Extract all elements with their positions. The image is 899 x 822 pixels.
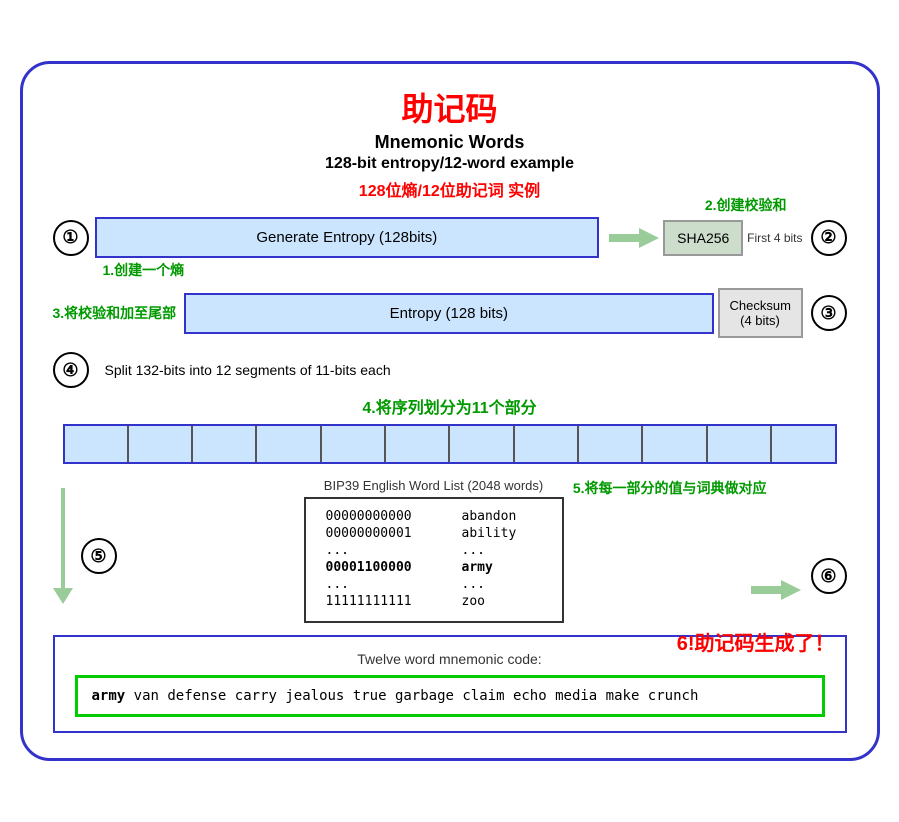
mnemonic-bold-word: army	[92, 688, 126, 704]
label6: 6!助记码生成了！	[677, 627, 835, 656]
circle5: ⑤	[81, 538, 117, 574]
row1-entropy: ① Generate Entropy (128bits) SHA256 Firs…	[53, 217, 847, 258]
label1: 1.创建一个熵	[103, 260, 185, 280]
split-text: Split 132-bits into 12 segments of 11-bi…	[105, 362, 391, 378]
arrow-right-6	[751, 578, 801, 602]
word-army: army	[462, 560, 493, 575]
circle2: ②	[811, 220, 847, 256]
bits-army: 00001100000	[326, 560, 446, 575]
circle6-area: ⑥	[811, 558, 847, 594]
mnemonic-box: army van defense carry jealous true garb…	[75, 675, 825, 717]
title-en1: Mnemonic Words	[53, 132, 847, 153]
circle3: ③	[811, 295, 847, 331]
bits-zoo: 11111111111	[326, 594, 446, 609]
arrow-to-6-icon	[751, 578, 801, 602]
bits-2: 00000000001	[326, 526, 446, 541]
bip39-label: BIP39 English Word List (2048 words)	[324, 478, 543, 493]
row5-mnemonic: 6!助记码生成了！ Twelve word mnemonic code: arm…	[53, 635, 847, 733]
main-container: 助记码 Mnemonic Words 128-bit entropy/12-wo…	[20, 61, 880, 761]
label2: 2.创建校验和	[705, 195, 787, 215]
word-row-2: 00000000001 ability	[326, 526, 542, 541]
split-label-row: ④ Split 132-bits into 12 segments of 11-…	[53, 352, 847, 388]
circle6: ⑥	[811, 558, 847, 594]
checksum-box: Checksum (4 bits)	[718, 288, 803, 338]
row2-checksum: 3.将校验和加至尾部 Entropy (128 bits) Checksum (…	[53, 288, 847, 338]
title-en2: 128-bit entropy/12-word example	[53, 155, 847, 173]
first4bits-label: First 4 bits	[747, 231, 802, 245]
word-row-zoo: 11111111111 zoo	[326, 594, 542, 609]
mnemonic-rest: van defense carry jealous true garbage c…	[125, 688, 698, 704]
label5: 5.将每一部分的值与词典做对应	[573, 478, 767, 498]
word-1: abandon	[462, 509, 517, 524]
word-2: ability	[462, 526, 517, 541]
word-row-1: 00000000000 abandon	[326, 509, 542, 524]
sha256-box: SHA256	[663, 220, 743, 256]
bits-dots1: ...	[326, 543, 446, 558]
bit-segments-bar	[63, 424, 837, 464]
circle1: ①	[53, 220, 89, 256]
row3-split: ④ Split 132-bits into 12 segments of 11-…	[53, 352, 847, 464]
word-list-section: BIP39 English Word List (2048 words) 000…	[127, 478, 741, 623]
arrow-to-sha-icon	[609, 226, 659, 250]
title-zh: 助记码	[53, 84, 847, 130]
word-dots2: ...	[462, 577, 485, 592]
bits-1: 00000000000	[326, 509, 446, 524]
label3: 3.将校验和加至尾部	[53, 303, 177, 323]
bits-dots2: ...	[326, 577, 446, 592]
generate-entropy-box: Generate Entropy (128bits)	[95, 217, 600, 258]
entropy128-box: Entropy (128 bits)	[184, 293, 713, 334]
word-dots1: ...	[462, 543, 485, 558]
circle4: ④	[53, 352, 89, 388]
word-row-army: 00001100000 army	[326, 560, 542, 575]
left-arrow-down	[53, 488, 73, 604]
word-row-dots2: ... ...	[326, 577, 542, 592]
word-row-dots1: ... ...	[326, 543, 542, 558]
word-table: 00000000000 abandon 00000000001 ability …	[304, 497, 564, 623]
row4-wordlist: ⑤ BIP39 English Word List (2048 words) 0…	[53, 478, 847, 623]
checksum-line1: Checksum	[730, 298, 791, 313]
checksum-line2: (4 bits)	[730, 313, 791, 328]
word-zoo: zoo	[462, 594, 485, 609]
label4: 4.将序列划分为11个部分	[53, 394, 847, 418]
